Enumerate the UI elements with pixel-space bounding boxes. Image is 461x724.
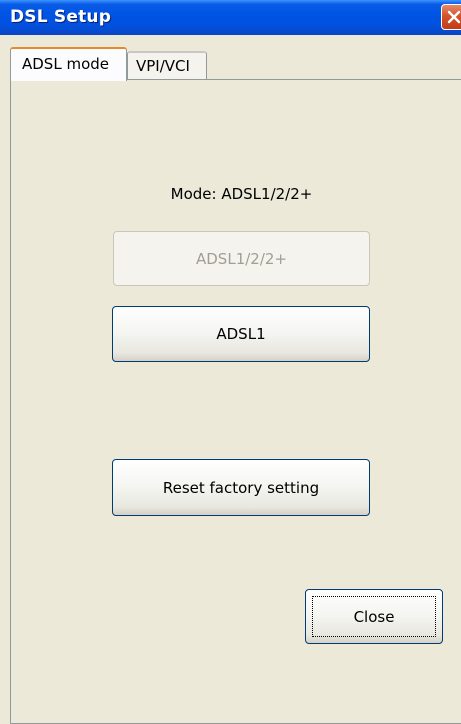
focus-rectangle	[312, 596, 436, 637]
close-icon	[447, 10, 461, 24]
adsl1-button[interactable]: ADSL1	[112, 306, 370, 362]
tab-vpi-vci-label: VPI/VCI	[136, 57, 190, 75]
adsl12-2plus-button: ADSL1/2/2+	[113, 231, 370, 286]
tab-vpi-vci[interactable]: VPI/VCI	[127, 51, 207, 80]
reset-factory-setting-button[interactable]: Reset factory setting	[112, 459, 370, 516]
tab-strip: ADSL mode VPI/VCI	[0, 35, 461, 81]
window-title: DSL Setup	[10, 7, 112, 27]
tab-adsl-mode-label: ADSL mode	[22, 55, 109, 73]
close-button[interactable]: Close	[305, 589, 443, 644]
tab-adsl-mode[interactable]: ADSL mode	[10, 47, 127, 81]
mode-label: Mode: ADSL1/2/2+	[170, 185, 313, 203]
title-bar[interactable]: DSL Setup	[0, 0, 461, 35]
window-close-button[interactable]	[441, 4, 461, 30]
